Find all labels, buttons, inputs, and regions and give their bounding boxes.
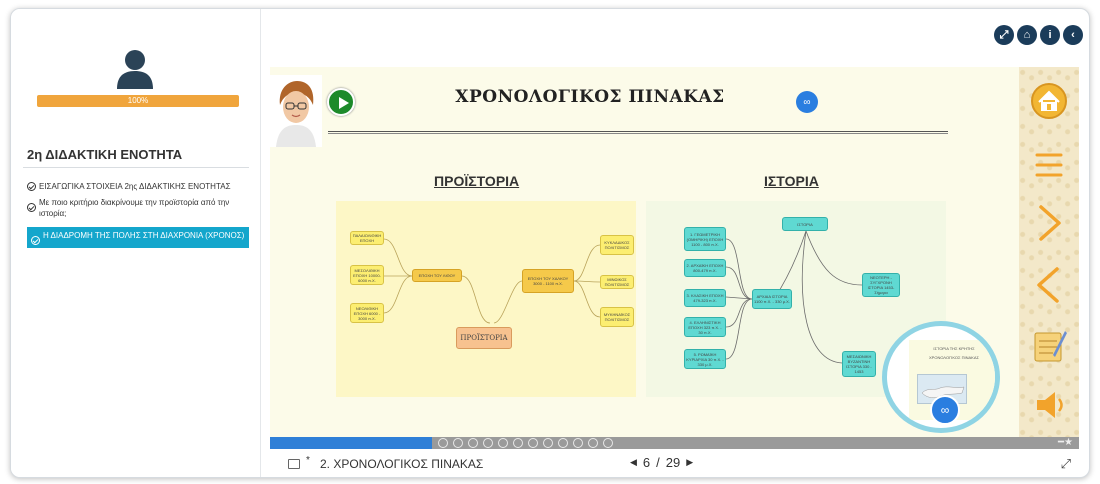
- unit-title: 2η ΔΙΔΑΚΤΙΚΗ ΕΝΟΤΗΤΑ: [27, 147, 183, 162]
- info-icon[interactable]: i: [1040, 25, 1060, 45]
- mindmap-node: 5. ΡΩΜΑΪΚΗ ΚΥΡΙΑΡΧΙΑ 30 π.Χ. - 330 μ.Χ.: [684, 349, 726, 369]
- history-heading: ΙΣΤΟΡΙΑ: [764, 173, 819, 189]
- mindmap-node: 2. ΑΡΧΑΪΚΗ ΕΠΟΧΗ 800-479 π.Χ.: [684, 259, 726, 277]
- check-circle-icon: [27, 203, 36, 212]
- slide-dot[interactable]: [453, 438, 463, 448]
- slide-dot[interactable]: [438, 438, 448, 448]
- total-pages: 29: [665, 455, 681, 470]
- divider: [23, 167, 249, 168]
- play-button[interactable]: [327, 88, 355, 116]
- check-circle-icon: [31, 236, 40, 245]
- slide-dot[interactable]: [573, 438, 583, 448]
- prehistory-mindmap: ΠΑΛΑΙΟΛΙΘΙΚΗ ΕΠΟΧΗ ΜΕΣΟΛΙΘΙΚΗ ΕΠΟΧΗ 1000…: [336, 201, 636, 397]
- mindmap-node: ΑΡΧΑΙΑ ΙΣΤΟΡΙΑ 1100 π.Χ. - 330 μ.Χ.: [752, 289, 792, 309]
- slide-dot[interactable]: [513, 438, 523, 448]
- slide-nav-sidebar: [1019, 67, 1079, 437]
- mindmap-node: 3. ΚΛΑΣΙΚΗ ΕΠΟΧΗ 479-323 π.Χ.: [684, 289, 726, 307]
- menu-icon[interactable]: [1029, 145, 1069, 185]
- fullscreen-icon[interactable]: ⤢: [1061, 456, 1071, 472]
- slide-dot[interactable]: [558, 438, 568, 448]
- slide-dot[interactable]: [603, 438, 613, 448]
- user-avatar-icon: [111, 43, 159, 91]
- mindmap-node: ΕΠΟΧΗ ΤΟΥ ΛΙΘΟΥ: [412, 269, 462, 282]
- expand-icon[interactable]: ⤢: [994, 25, 1014, 45]
- slide-title: ΧΡΟΝΟΛΟΓΙΚΟΣ ΠΙΝΑΚΑΣ: [455, 87, 725, 107]
- lesson-item-active[interactable]: Η ΔΙΑΔΡΟΜΗ ΤΗΣ ΠΟΛΗΣ ΣΤΗ ΔΙΑΧΡΟΝΙΑ (ΧΡΟΝ…: [27, 227, 249, 248]
- prehistory-heading: ΠΡΟΪΣΤΟΡΙΑ: [434, 173, 520, 189]
- link-icon[interactable]: ∞: [796, 91, 818, 113]
- mindmap-node: ΜΥΚΗΝΑΪΚΟΣ ΠΟΛΙΤΙΣΜΟΣ: [600, 307, 634, 327]
- mindmap-node: ΝΕΟΛΙΘΙΚΗ ΕΠΟΧΗ 6000 - 3000 π.Χ.: [350, 303, 384, 323]
- mindmap-center-node: ΠΡΟΪΣΤΟΡΙΑ: [456, 327, 512, 349]
- slide-dot[interactable]: [468, 438, 478, 448]
- lesson-label: Η ΔΙΑΔΡΟΜΗ ΤΗΣ ΠΟΛΗΣ ΣΤΗ ΔΙΑΧΡΟΝΙΑ (ΧΡΟΝ…: [43, 231, 245, 240]
- slide-dot[interactable]: [498, 438, 508, 448]
- slide-dot[interactable]: [483, 438, 493, 448]
- mindmap-node: ΜΕΣΟΛΙΘΙΚΗ ΕΠΟΧΗ 10000-6000 π.Χ.: [350, 265, 384, 285]
- pager: ◀ 6 / 29 ▶: [630, 455, 693, 470]
- mindmap-node: ΕΠΟΧΗ ΤΟΥ ΧΑΛΚΟΥ 3000 - 1100 π.Χ.: [522, 269, 574, 293]
- mindmap-node: 1. ΓΕΩΜΕΤΡΙΚΗ (ΟΜΗΡΙΚΗ) ΕΠΟΧΗ 1100 - 800…: [684, 227, 726, 251]
- course-sidebar: 100% 2η ΔΙΔΑΚΤΙΚΗ ΕΝΟΤΗΤΑ ΕΙΣΑΓΩΓΙΚΑ ΣΤΟ…: [11, 9, 261, 477]
- mindmap-node: ΝΕΟΤΕΡΗ - ΣΥΓΧΡΟΝΗ ΙΣΤΟΡΙΑ 1453-Σήμερα: [862, 273, 900, 297]
- preview-subtitle: ΧΡΟΝΟΛΟΓΙΚΟΣ ΠΙΝΑΚΑΣ: [929, 355, 979, 360]
- slide-progress-bar[interactable]: ━★: [270, 437, 1079, 449]
- bookmark-star-icon[interactable]: ━★: [1058, 437, 1073, 448]
- slide-dot[interactable]: [588, 438, 598, 448]
- lesson-item[interactable]: Με ποιο κριτήριο διακρίνουμε την προϊστο…: [27, 197, 249, 219]
- title-divider: [328, 131, 948, 134]
- lesson-label: ΕΙΣΑΓΩΓΙΚΑ ΣΤΟΙΧΕΙΑ 2ης ΔΙΔΑΚΤΙΚΗΣ ΕΝΟΤΗ…: [39, 182, 231, 191]
- notes-icon[interactable]: [1029, 325, 1069, 365]
- next-icon[interactable]: [1029, 203, 1069, 243]
- footer-bar: * 2. ΧΡΟΝΟΛΟΓΙΚΟΣ ΠΙΝΑΚΑΣ ◀ 6 / 29 ▶ ⤢: [270, 453, 1079, 475]
- lesson-item[interactable]: ΕΙΣΑΓΩΓΙΚΑ ΣΤΟΙΧΕΙΑ 2ης ΔΙΔΑΚΤΙΚΗΣ ΕΝΟΤΗ…: [27, 181, 249, 192]
- teacher-avatar-icon: [270, 75, 322, 147]
- mindmap-node: ΜΕΣΑΙΩΝΙΚΗ ΒΥΖΑΝΤΙΝΗ ΙΣΤΟΡΙΑ 330 - 1453: [842, 351, 876, 377]
- mindmap-node: ΠΑΛΑΙΟΛΙΘΙΚΗ ΕΠΟΧΗ: [350, 231, 384, 245]
- marker: *: [306, 455, 310, 466]
- mindmap-node: 4. ΕΛΛΗΝΙΣΤΙΚΗ ΕΠΟΧΗ 323 π.Χ. - 30 π.Χ.: [684, 317, 726, 337]
- lesson-label: Με ποιο κριτήριο διακρίνουμε την προϊστο…: [39, 198, 230, 218]
- preview-title: ΙΣΤΟΡΙΑ ΤΗΣ ΚΡΗΤΗΣ: [933, 346, 975, 351]
- app-window: 100% 2η ΔΙΔΑΚΤΙΚΗ ΕΝΟΤΗΤΑ ΕΙΣΑΓΩΓΙΚΑ ΣΤΟ…: [10, 8, 1090, 478]
- page-separator: /: [656, 455, 660, 470]
- check-circle-icon: [27, 182, 36, 191]
- mindmap-node: ΜΙΝΩΙΚΟΣ ΠΟΛΙΤΙΣΜΟΣ: [600, 275, 634, 289]
- slide-dots: [438, 438, 618, 448]
- home-icon[interactable]: [1029, 81, 1069, 121]
- course-progress-bar: 100%: [37, 95, 239, 107]
- mindmap-node: ΚΥΚΛΑΔΙΚΟΣ ΠΟΛΙΤΙΣΜΟΣ: [600, 235, 634, 255]
- progress-label: 100%: [127, 96, 149, 105]
- slide-canvas: ΧΡΟΝΟΛΟΓΙΚΟΣ ΠΙΝΑΚΑΣ ∞ ΠΡΟΪΣΤΟΡΙΑ ΙΣΤΟΡΙ…: [270, 67, 1079, 437]
- link-icon[interactable]: ∞: [930, 395, 960, 425]
- slide-progress-fill: [270, 437, 432, 449]
- previous-icon[interactable]: [1029, 265, 1069, 305]
- back-icon[interactable]: ‹: [1063, 25, 1083, 45]
- top-toolbar: ⤢ ⌂ i ‹: [994, 25, 1083, 45]
- slide-dot[interactable]: [543, 438, 553, 448]
- current-slide-title: 2. ΧΡΟΝΟΛΟΓΙΚΟΣ ΠΙΝΑΚΑΣ: [320, 457, 484, 471]
- current-page: 6: [642, 455, 651, 470]
- mindmap-root-node: ΙΣΤΟΡΙΑ: [782, 217, 828, 231]
- home-icon[interactable]: ⌂: [1017, 25, 1037, 45]
- prev-page-icon[interactable]: ◀: [630, 457, 637, 468]
- slides-icon[interactable]: [288, 459, 300, 469]
- sound-icon[interactable]: [1029, 385, 1069, 425]
- slide-dot[interactable]: [528, 438, 538, 448]
- next-page-icon[interactable]: ▶: [686, 457, 693, 468]
